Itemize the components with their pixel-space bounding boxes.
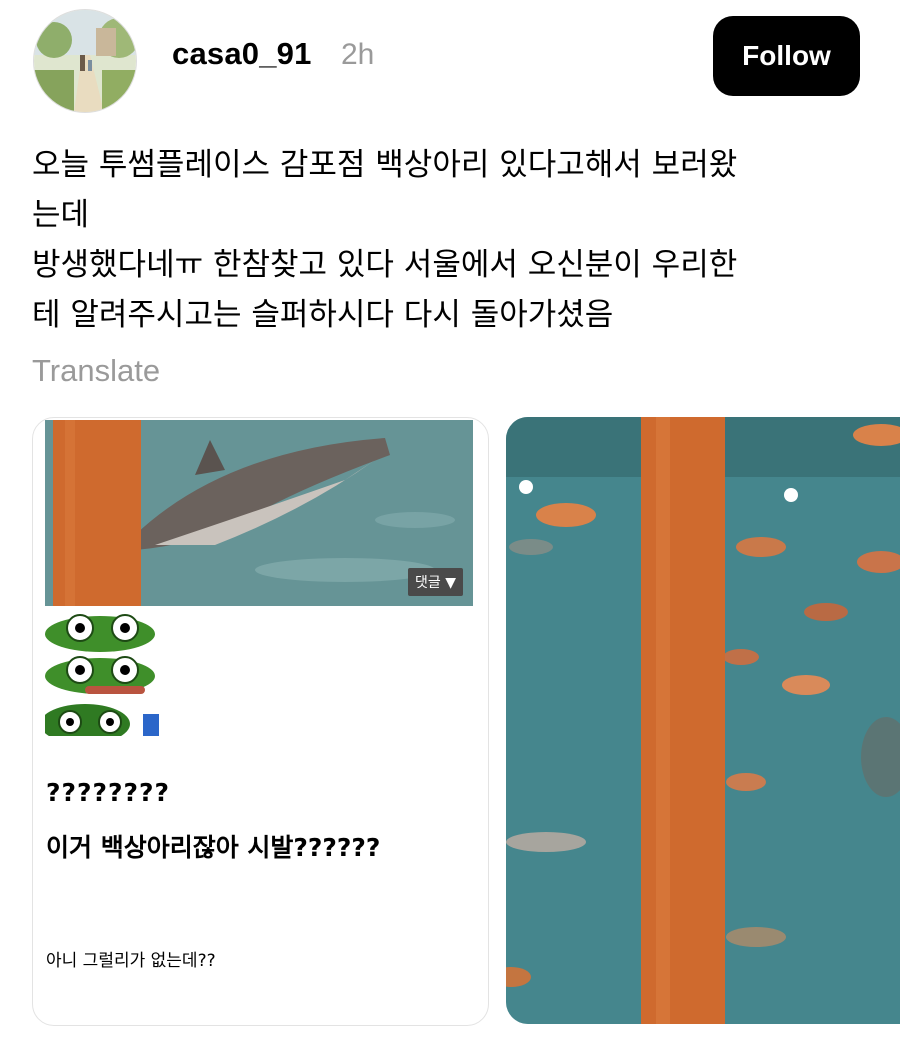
post-body: 오늘 투썸플레이스 감포점 백상아리 있다고해서 보러왔 는데 방생했다네ㅠ 한… [32,140,852,340]
avatar[interactable] [33,9,137,113]
post-text-line: 테 알려주시고는 슬퍼하시다 다시 돌아가셨음 [32,297,614,333]
media-card-screenshot[interactable]: 댓글 ▼ ???????? 이거 백상아리잖아 시발?????? 아니 그럴리가… [32,417,489,1026]
translate-link[interactable]: Translate [32,353,160,389]
post-text-line: 방생했다네ㅠ 한참찾고 있다 서울에서 오신분이 우리한 [32,247,738,283]
aquarium-photo[interactable] [506,417,900,1024]
post-header: casa0_91 2h Follow [0,0,900,120]
shark-photo: 댓글 ▼ [45,420,473,606]
username[interactable]: casa0_91 [172,36,312,72]
post-text-line: 오늘 투썸플레이스 감포점 백상아리 있다고해서 보러왔 [32,147,738,183]
meme-text-reply: 아니 그럴리가 없는데?? [46,951,216,971]
post-text-line: 는데 [32,197,90,233]
comment-tag: 댓글 ▼ [408,568,463,596]
meme-text-question: ???????? [46,778,171,807]
post-time: 2h [341,38,375,71]
pepe-meme-image [40,614,159,744]
meme-text-headline: 이거 백상아리잖아 시발?????? [46,833,381,862]
follow-button[interactable]: Follow [713,16,860,96]
